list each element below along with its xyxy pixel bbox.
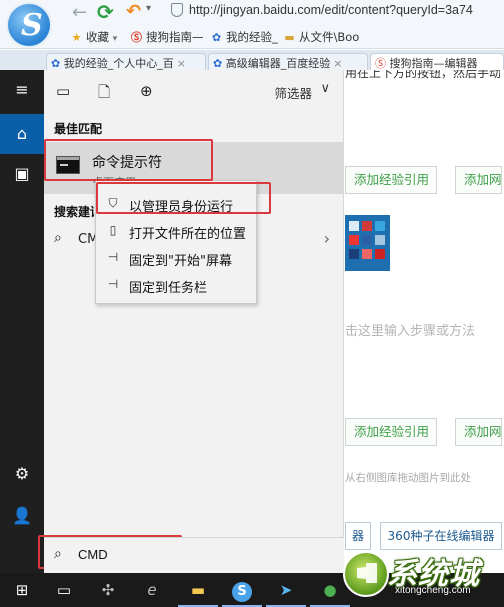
shield-icon: ⛉ [108,196,118,210]
bookmark-from-file[interactable]: ▬ 从文件\Boo [283,29,359,45]
documents-icon[interactable]: ▣ [0,154,44,194]
filter-dropdown[interactable]: 筛选器 [274,83,312,102]
pin-icon: ⊣ [107,250,119,264]
close-icon[interactable]: × [177,57,186,70]
tab-advanced-editor[interactable]: ✿ 高级编辑器_百度经验 × [208,53,368,70]
back-arrow-icon[interactable]: ← [72,2,87,23]
add-web-reference-button[interactable]: 添加网 [455,418,502,446]
search-query-text[interactable]: CMD [78,547,108,562]
edge-browser-icon[interactable]: e [132,573,172,607]
browser-logo[interactable]: S [6,2,52,48]
pin-icon: ⊣ [107,277,119,291]
close-icon[interactable]: × [333,57,342,70]
chevron-down-icon[interactable]: ▾ [146,3,151,14]
user-feedback-icon[interactable]: 👤 [0,496,44,536]
star-icon: ★ [71,31,82,44]
image-thumbnail[interactable] [345,215,390,271]
sogou-icon: Ⓢ [375,57,390,70]
start-search-panel: ▭ 🗋 ⊕ 筛选器 ∨ 最佳匹配 命令提示符 桌面应用 搜索建议 ⌕ CM › [44,70,344,573]
command-prompt-icon [56,156,80,174]
add-web-reference-button[interactable]: 添加网 [455,166,502,194]
context-menu: ⛉ 以管理员身份运行 ▯ 打开文件所在的位置 ⊣ 固定到"开始"屏幕 ⊣ 固定到… [95,180,257,304]
image-drop-hint: 从右侧图库拖动图片到此处 [345,472,471,484]
undo-icon[interactable]: ↶ [126,1,141,22]
bookmarks-bar: ★ 收藏 ▾ Ⓢ 搜狗指南— ✿ 我的经验_ ▬ 从文件\Boo [60,27,504,47]
watermark-url: xitongcheng.com [395,585,471,596]
add-experience-reference-button[interactable]: 添加经验引用 [345,418,437,446]
bookmark-my-experience[interactable]: ✿ 我的经验_ [210,29,278,45]
run-as-admin-menu-item[interactable]: ⛉ 以管理员身份运行 [96,191,258,217]
folder-icon: ▬ [284,31,295,44]
documents-filter-icon[interactable]: 🗋 [98,82,110,107]
sogou-browser-icon[interactable]: S [222,573,262,607]
browser-toolbar: S ← ⟳ ↶ ▾ http://jingyan.baidu.com/edit/… [0,0,504,49]
tab-my-experience[interactable]: ✿ 我的经验_个人中心_百 × [46,53,206,70]
paw-icon: ✿ [211,31,222,44]
refresh-icon[interactable]: ⟳ [97,0,114,24]
page-instruction-text: 用在上下方的按钮，然后手动输 [345,70,500,80]
search-icon: ⌕ [54,230,62,246]
best-match-heading: 最佳匹配 [54,122,103,136]
pin-to-taskbar-menu-item[interactable]: ⊣ 固定到任务栏 [96,272,258,298]
paw-icon: ✿ [51,57,64,70]
start-rail: ≡ ⌂ ▣ ⚙ 👤 [0,70,44,573]
home-icon[interactable]: ⌂ [0,114,44,154]
file-explorer-icon[interactable]: ▬ [178,573,218,607]
add-experience-reference-button[interactable]: 添加经验引用 [345,166,437,194]
windows-start-icon[interactable]: ⊞ [2,573,42,607]
sogou-icon: Ⓢ [131,31,142,44]
hamburger-menu-icon[interactable]: ≡ [0,70,44,110]
search-icon: ⌕ [54,546,62,562]
bookmark-favorites[interactable]: ★ 收藏 ▾ [70,29,118,45]
settings-gear-icon[interactable]: ⚙ [0,454,44,494]
watermark-badge-icon [343,551,389,597]
folder-open-icon: ▯ [109,223,117,237]
web-filter-globe-icon[interactable]: ⊕ [140,82,153,100]
tab-sogou-editor[interactable]: Ⓢ 搜狗指南—编辑器 [370,53,504,70]
chevron-down-icon[interactable]: ∨ [320,81,330,96]
search-suggestions-heading: 搜索建议 [54,205,94,219]
steps-placeholder[interactable]: 击这里输入步骤或方法 [345,320,475,339]
watermark-logo: 系统城 xitongcheng.com [335,545,504,607]
pin-to-start-menu-item[interactable]: ⊣ 固定到"开始"屏幕 [96,245,258,271]
shield-icon [171,3,183,17]
paw-icon: ✿ [213,57,226,70]
tab-strip: ✿ 我的经验_个人中心_百 × ✿ 高级编辑器_百度经验 × Ⓢ 搜狗指南—编辑器 [0,50,504,70]
bookmark-sogou-guide[interactable]: Ⓢ 搜狗指南— [130,29,204,45]
address-bar[interactable]: http://jingyan.baidu.com/edit/content?qu… [189,3,473,17]
fan-app-icon[interactable]: ✣ [88,573,128,607]
start-search-box[interactable]: ⌕ CMD [44,537,344,573]
best-match-title: 命令提示符 [92,155,162,171]
filter-bar: ▭ 🗋 ⊕ 筛选器 ∨ [44,70,344,110]
task-view-icon[interactable]: ▭ [44,573,84,607]
apps-filter-icon[interactable]: ▭ [56,82,70,100]
chevron-right-icon[interactable]: › [324,229,330,248]
feather-app-icon[interactable]: ➤ [266,573,306,607]
open-file-location-menu-item[interactable]: ▯ 打开文件所在的位置 [96,218,258,244]
